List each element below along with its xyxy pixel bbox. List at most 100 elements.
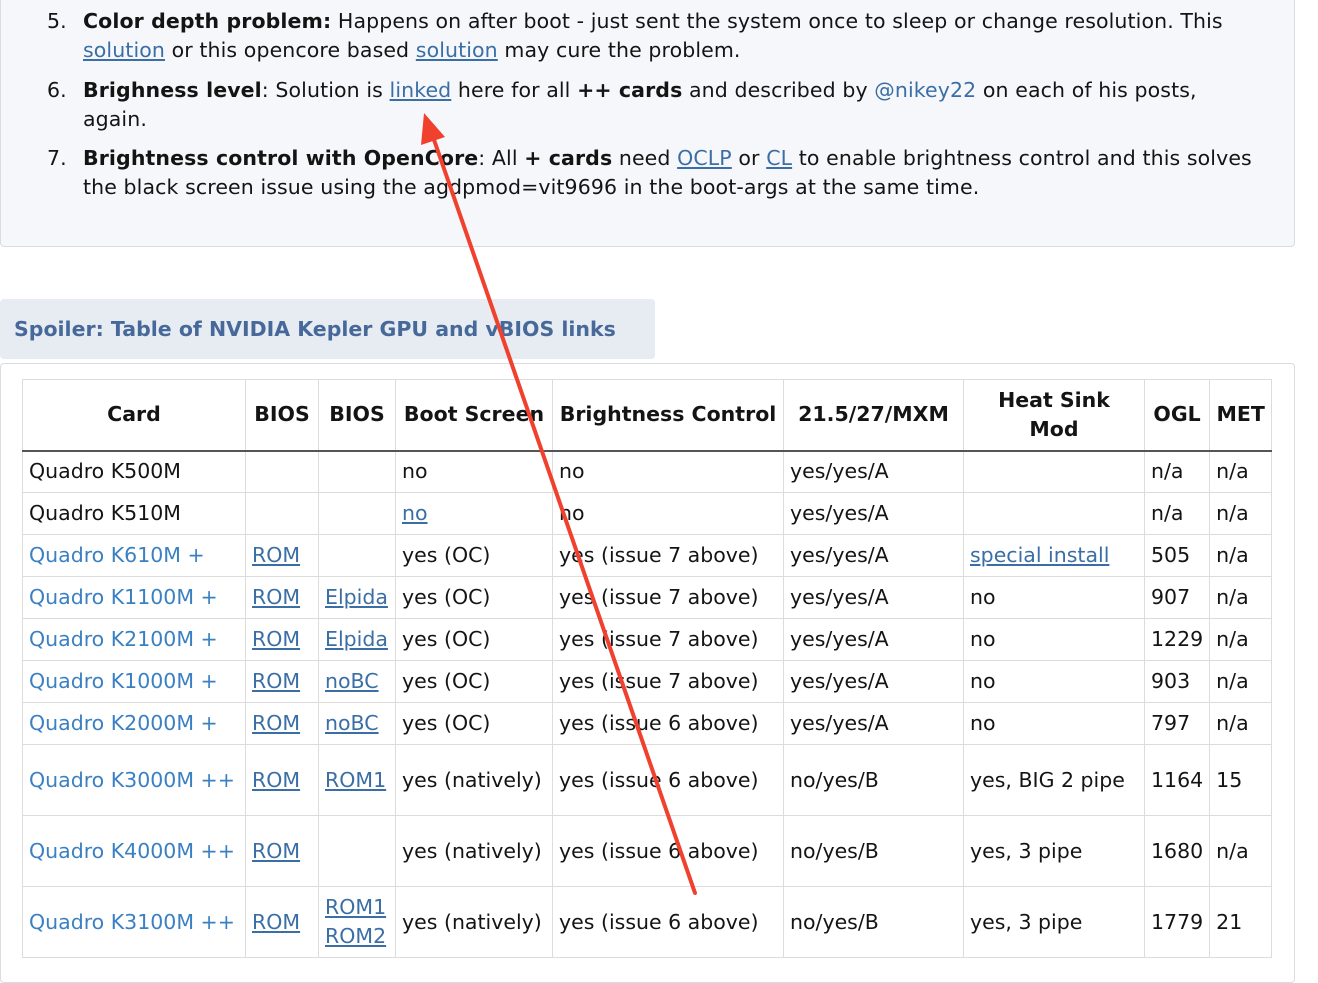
issue-item-6: 6. Brighness level: Solution is linked he… — [47, 76, 1263, 134]
col-header-bios: BIOS — [245, 379, 319, 452]
rom-link[interactable]: ROM — [252, 585, 300, 609]
table-row: Quadro K2000M + ROM noBC yes (OC) yes (i… — [22, 702, 1273, 745]
boot-screen-cell: yes (OC) — [395, 660, 553, 703]
elpida-link[interactable]: Elpida — [325, 585, 388, 609]
bios-alt-cell — [318, 815, 396, 887]
card-name: Quadro K3100M ++ — [22, 886, 246, 958]
opencore-solution-link[interactable]: solution — [416, 38, 498, 62]
rom1-link[interactable]: ROM1 — [325, 895, 386, 919]
col-header-card: Card — [22, 379, 246, 452]
elpida-link[interactable]: Elpida — [325, 627, 388, 651]
item-number: 5. — [47, 9, 67, 33]
bios-alt-cell: Elpida — [318, 618, 396, 661]
issue-item-5: 5. Color depth problem: Happens on after … — [47, 7, 1263, 65]
mxm-cell: yes/yes/A — [783, 450, 964, 493]
boot-screen-cell: yes (OC) — [395, 534, 553, 577]
mxm-cell: no/yes/B — [783, 744, 964, 816]
solution-link[interactable]: solution — [83, 38, 165, 62]
heat-sink-cell: no — [963, 576, 1145, 619]
rom-link[interactable]: ROM — [252, 910, 300, 934]
card-link[interactable]: Quadro K3000M ++ — [29, 768, 235, 792]
col-header-met: MET — [1209, 379, 1273, 452]
nobc-link[interactable]: noBC — [325, 711, 379, 735]
rom1-link[interactable]: ROM1 — [325, 768, 386, 792]
cl-link[interactable]: CL — [766, 146, 792, 170]
met-cell: n/a — [1209, 534, 1273, 577]
card-name: Quadro K4000M ++ — [22, 815, 246, 887]
heat-sink-cell: no — [963, 660, 1145, 703]
brightness-cell: yes (issue 7 above) — [552, 660, 784, 703]
card-link[interactable]: Quadro K3100M ++ — [29, 910, 235, 934]
heat-sink-cell: no — [963, 702, 1145, 745]
bios-cell: ROM — [245, 618, 319, 661]
card-link[interactable]: Quadro K610M + — [29, 543, 205, 567]
met-cell: n/a — [1209, 576, 1273, 619]
card-link[interactable]: Quadro K2000M + — [29, 711, 218, 735]
issue-bold-text: + cards — [524, 146, 613, 170]
col-header-ogl: OGL — [1143, 379, 1211, 452]
ogl-cell: 1164 — [1143, 744, 1211, 816]
ogl-cell: 505 — [1143, 534, 1211, 577]
issue-title: Brightness control with OpenCore — [83, 146, 479, 170]
met-cell: n/a — [1209, 815, 1273, 887]
card-name: Quadro K2000M + — [22, 702, 246, 745]
brightness-cell: yes (issue 7 above) — [552, 576, 784, 619]
card-link[interactable]: Quadro K2100M + — [29, 627, 218, 651]
oclp-link[interactable]: OCLP — [677, 146, 732, 170]
mxm-cell: yes/yes/A — [783, 660, 964, 703]
brightness-cell: yes (issue 6 above) — [552, 815, 784, 887]
met-cell: n/a — [1209, 660, 1273, 703]
ogl-cell: 797 — [1143, 702, 1211, 745]
issue-text: and described by — [682, 78, 875, 102]
boot-screen-cell: yes (OC) — [395, 702, 553, 745]
table-row: Quadro K500M no no yes/yes/A n/a n/a — [22, 450, 1273, 493]
ogl-cell: 907 — [1143, 576, 1211, 619]
bios-cell — [245, 450, 319, 493]
card-name: Quadro K2100M + — [22, 618, 246, 661]
card-name: Quadro K510M — [22, 492, 246, 535]
card-link[interactable]: Quadro K1100M + — [29, 585, 218, 609]
col-header-heat-sink: Heat Sink Mod — [963, 379, 1145, 452]
table-row: Quadro K4000M ++ ROM yes (natively) yes … — [22, 815, 1273, 887]
special-install-link[interactable]: special install — [970, 543, 1109, 567]
table-row: Quadro K3000M ++ ROM ROM1 yes (natively)… — [22, 744, 1273, 816]
issue-bold-text: ++ cards — [577, 78, 683, 102]
brightness-cell: no — [552, 450, 784, 493]
bios-alt-cell: ROM1 — [318, 744, 396, 816]
card-link[interactable]: Quadro K1000M + — [29, 669, 218, 693]
rom-link[interactable]: ROM — [252, 839, 300, 863]
rom-link[interactable]: ROM — [252, 543, 300, 567]
heat-sink-cell: no — [963, 618, 1145, 661]
boot-screen-cell: yes (natively) — [395, 744, 553, 816]
mxm-cell: yes/yes/A — [783, 576, 964, 619]
rom-link[interactable]: ROM — [252, 627, 300, 651]
nikey22-mention-link[interactable]: @nikey22 — [874, 78, 976, 102]
boot-screen-cell: yes (OC) — [395, 618, 553, 661]
met-cell: n/a — [1209, 702, 1273, 745]
bios-alt-cell: noBC — [318, 660, 396, 703]
card-link[interactable]: Quadro K4000M ++ — [29, 839, 235, 863]
boot-screen-cell: yes (natively) — [395, 815, 553, 887]
issue-text: here for all — [451, 78, 578, 102]
rom-link[interactable]: ROM — [252, 711, 300, 735]
card-name: Quadro K3000M ++ — [22, 744, 246, 816]
linked-link[interactable]: linked — [390, 78, 452, 102]
boot-screen-link[interactable]: no — [402, 501, 428, 525]
boot-screen-cell: no — [395, 450, 553, 493]
table-row: Quadro K3100M ++ ROM ROM1 ROM2 yes (nativ… — [22, 886, 1273, 958]
issue-text: or — [731, 146, 767, 170]
bios-cell: ROM — [245, 576, 319, 619]
bios-alt-cell — [318, 450, 396, 493]
issues-notice: 5. Color depth problem: Happens on after … — [0, 0, 1295, 247]
nobc-link[interactable]: noBC — [325, 669, 379, 693]
rom2-link[interactable]: ROM2 — [325, 924, 386, 948]
brightness-cell: yes (issue 6 above) — [552, 744, 784, 816]
ogl-cell: 1779 — [1143, 886, 1211, 958]
spoiler-toggle-button[interactable]: Spoiler: Table of NVIDIA Kepler GPU and … — [0, 299, 655, 359]
heat-sink-cell: special install — [963, 534, 1145, 577]
brightness-cell: yes (issue 6 above) — [552, 886, 784, 958]
met-cell: n/a — [1209, 492, 1273, 535]
rom-link[interactable]: ROM — [252, 768, 300, 792]
item-number: 7. — [47, 146, 67, 170]
rom-link[interactable]: ROM — [252, 669, 300, 693]
